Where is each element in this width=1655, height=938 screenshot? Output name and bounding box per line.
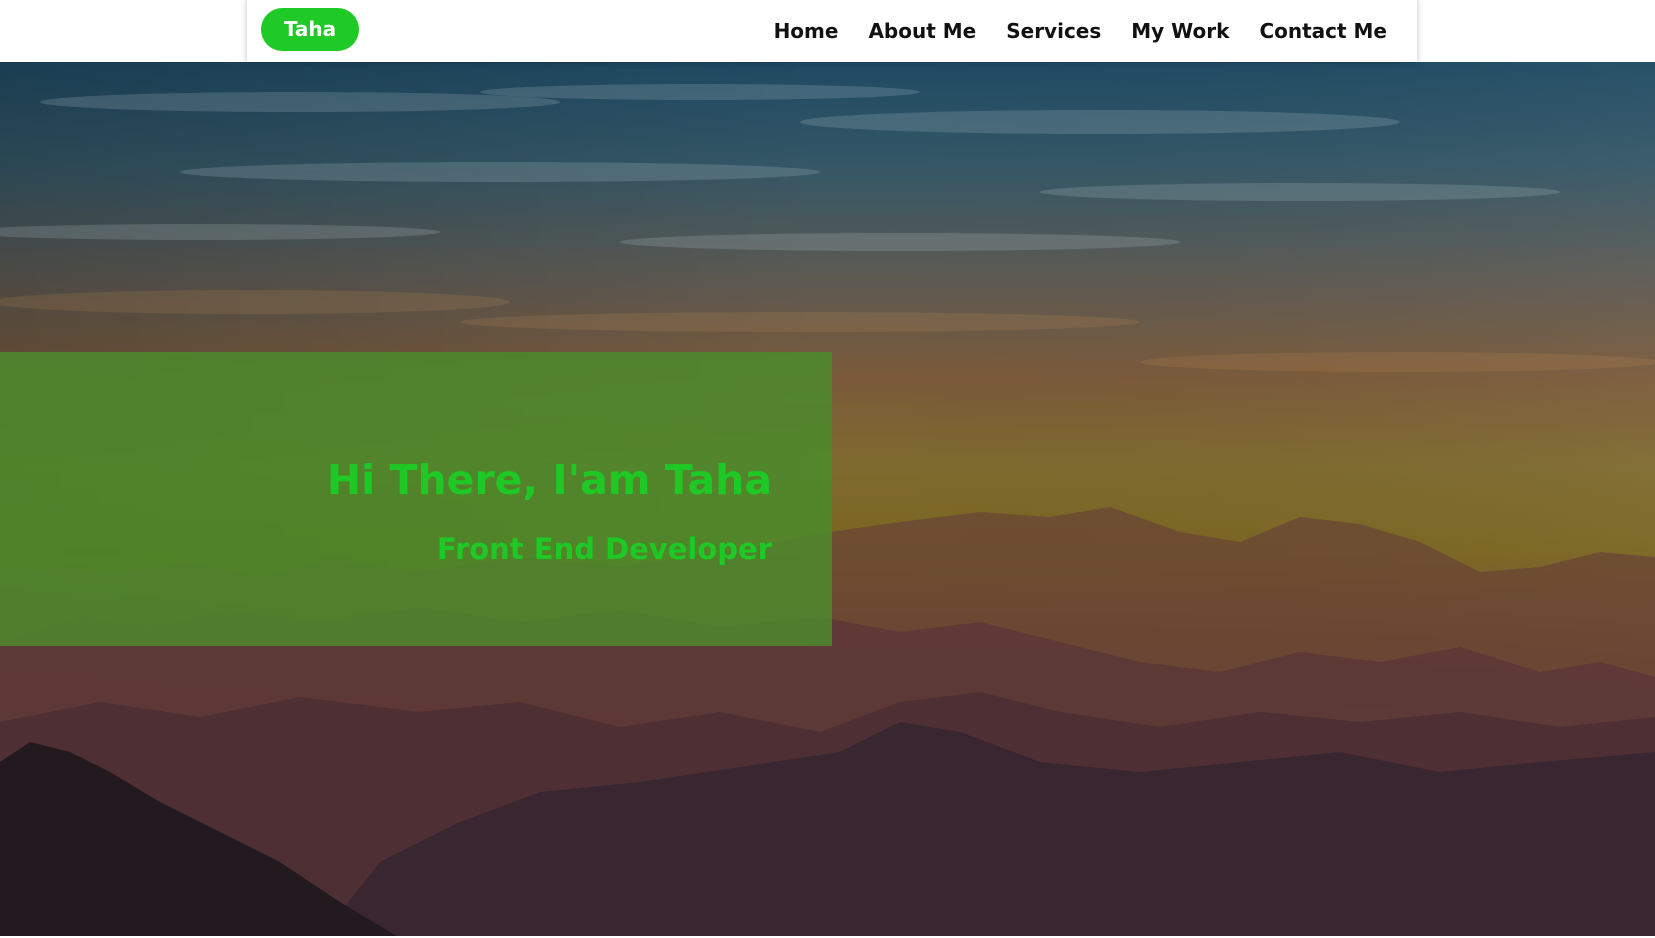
- nav-link-about-me[interactable]: About Me: [868, 19, 976, 43]
- hero-intro-panel: Hi There, I'am Taha Front End Developer: [0, 352, 832, 646]
- navbar: Taha Home About Me Services My Work Cont…: [247, 0, 1417, 62]
- page: Taha Home About Me Services My Work Cont…: [0, 0, 1655, 938]
- logo-button[interactable]: Taha: [261, 8, 359, 51]
- nav-menu: Home About Me Services My Work Contact M…: [774, 0, 1387, 62]
- nav-link-my-work[interactable]: My Work: [1131, 19, 1229, 43]
- hero-subtitle: Front End Developer: [436, 532, 772, 566]
- hero-title: Hi There, I'am Taha: [326, 456, 772, 504]
- hero-section: Hi There, I'am Taha Front End Developer: [0, 62, 1655, 938]
- nav-link-services[interactable]: Services: [1006, 19, 1101, 43]
- nav-link-home[interactable]: Home: [774, 19, 839, 43]
- nav-link-contact-me[interactable]: Contact Me: [1259, 19, 1387, 43]
